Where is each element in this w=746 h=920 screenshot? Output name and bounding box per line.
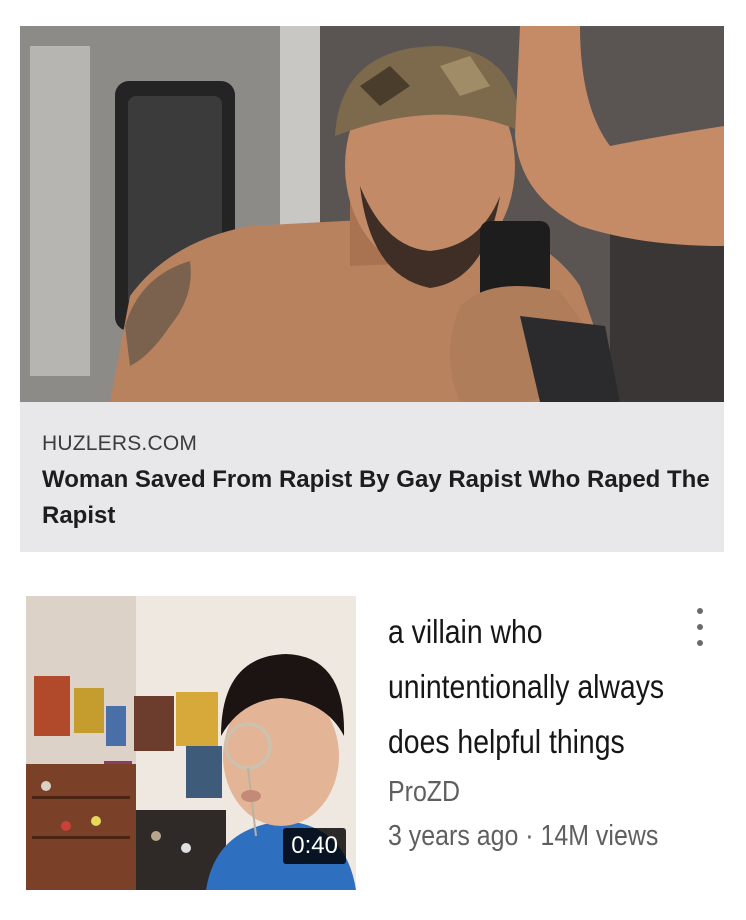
link-preview-card[interactable]: HUZLERS.COM Woman Saved From Rapist By G… <box>20 26 724 552</box>
article-headline[interactable]: Woman Saved From Rapist By Gay Rapist Wh… <box>42 462 712 534</box>
more-dot <box>697 608 703 614</box>
more-dot <box>697 624 703 630</box>
video-thumbnail[interactable]: 0:40 <box>26 596 356 890</box>
more-dot <box>697 640 703 646</box>
article-source-domain: HUZLERS.COM <box>42 432 198 455</box>
video-result[interactable]: 0:40 a villain who unintentionally alway… <box>0 596 746 896</box>
channel-name[interactable]: ProZD <box>388 776 460 809</box>
video-title[interactable]: a villain who unintentionally always doe… <box>388 604 680 769</box>
video-metadata: 3 years ago · 14M views <box>388 820 659 852</box>
article-image <box>20 26 724 402</box>
more-vert-icon[interactable] <box>688 602 712 652</box>
video-duration-badge: 0:40 <box>283 828 346 864</box>
card-text-area: HUZLERS.COM Woman Saved From Rapist By G… <box>20 402 724 552</box>
